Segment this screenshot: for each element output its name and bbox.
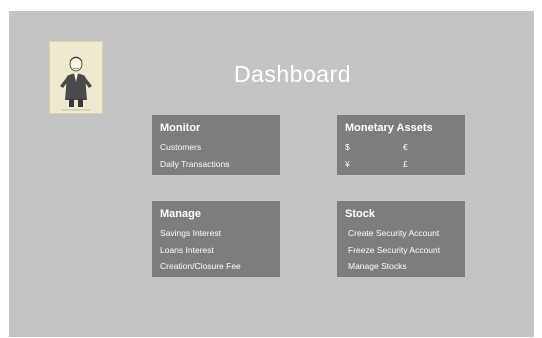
dashboard-screen: Dashboard Monitor Customers Daily Transa… [9, 11, 534, 337]
stock-card-title: Stock [345, 208, 375, 220]
currency-grid: $ € ¥ £ [345, 139, 457, 172]
currency-dollar-link[interactable]: $ [345, 139, 403, 156]
currency-pound-link[interactable]: £ [403, 156, 461, 173]
monitor-customers-link[interactable]: Customers [160, 139, 272, 156]
manage-loans-interest-link[interactable]: Loans Interest [160, 242, 272, 259]
stock-freeze-security-account-link[interactable]: Freeze Security Account [345, 242, 457, 259]
monitor-card-title: Monitor [160, 122, 201, 134]
currency-euro-link[interactable]: € [403, 139, 461, 156]
manage-creation-closure-fee-link[interactable]: Creation/Closure Fee [160, 258, 272, 275]
monitor-card: Monitor Customers Daily Transactions [152, 115, 280, 175]
currency-yen-link[interactable]: ¥ [345, 156, 403, 173]
monetary-assets-card-title: Monetary Assets [345, 122, 433, 134]
monetary-assets-card: Monetary Assets $ € ¥ £ [337, 115, 465, 175]
manage-savings-interest-link[interactable]: Savings Interest [160, 225, 272, 242]
page-title: Dashboard [233, 61, 352, 87]
stock-card: Stock Create Security Account Freeze Sec… [337, 201, 465, 277]
stock-create-security-account-link[interactable]: Create Security Account [345, 225, 457, 242]
manage-card-title: Manage [160, 208, 201, 220]
manage-card: Manage Savings Interest Loans Interest C… [152, 201, 280, 277]
stock-manage-stocks-link[interactable]: Manage Stocks [345, 258, 457, 275]
monitor-daily-transactions-link[interactable]: Daily Transactions [160, 156, 272, 173]
